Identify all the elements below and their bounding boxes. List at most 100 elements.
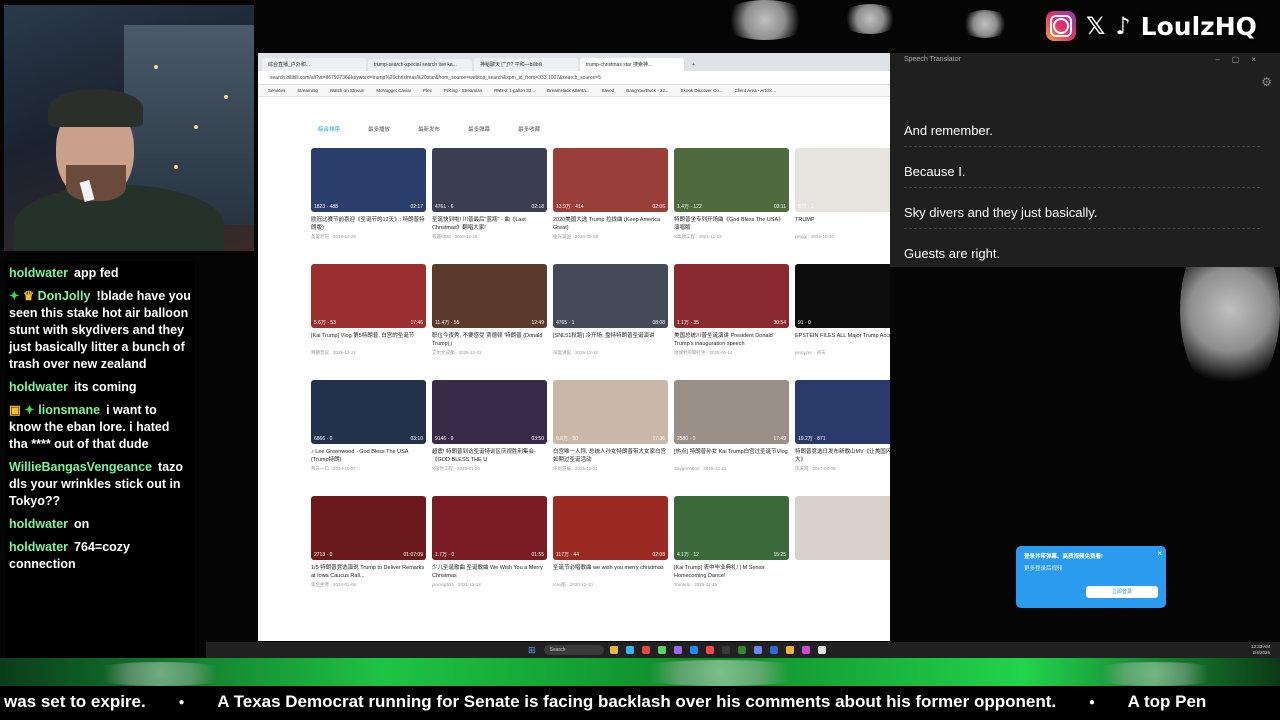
video-title[interactable]: [Kai Trump] 表中毕业典礼! | M Senior Homecomin…	[674, 564, 789, 580]
windows-start-icon[interactable]: ⊞	[528, 645, 536, 656]
bookmark-item[interactable]: Pricing - Streamlan	[444, 88, 482, 93]
app-icon[interactable]	[817, 646, 826, 654]
video-card[interactable]: 4.1万 · 12 15:25 [Kai Trump] 表中毕业典礼! | M Se…	[674, 496, 789, 612]
sort-tab[interactable]: 最多收藏	[518, 125, 540, 133]
app-icon[interactable]	[689, 646, 698, 654]
video-title[interactable]: ♪ Lee Greenwood - God Bless The USA (Tru…	[311, 448, 426, 464]
video-card[interactable]: 4761 · 6 02:18 圣诞快到啦! 川普最后"蓝瓶" · 曲《Last Ch…	[432, 148, 547, 264]
bookmark-item[interactable]: Saved	[602, 88, 615, 93]
chat-username[interactable]: holdwater	[9, 540, 68, 554]
taskbar-search[interactable]: Search	[543, 645, 604, 655]
bookmark-item[interactable]: McNugget Caviar	[376, 88, 411, 93]
bookmark-item[interactable]: DreamHack Atlanta...	[547, 88, 590, 93]
chat-username[interactable]: holdwater	[9, 266, 68, 280]
video-title[interactable]: 白宫唯一人称, 总统人孙女特朗普带大女家白宫如期过圣诞活动	[553, 448, 668, 464]
video-card[interactable]: 117万 · 44 02:08 圣诞节必唱歌曲 we wish you merry …	[553, 496, 668, 612]
video-title[interactable]: TRUMP	[795, 216, 890, 232]
video-thumbnail[interactable]: 11.4万 · 55 12:49	[432, 264, 547, 328]
video-card[interactable]: 1.7万 · 0 01:55 少儿圣诞歌曲 圣诞歌曲 We Wish You a M…	[432, 496, 547, 612]
video-title[interactable]: 1/5 特朗普竞选演说 Trump to Deliver Remarks at …	[311, 564, 426, 580]
video-title[interactable]: 超震! 特朗普到访圣诞特训区庆视胜利集会-《GOD BLESS THE U	[432, 448, 547, 464]
sort-tab[interactable]: 最多播放	[368, 125, 390, 133]
video-title[interactable]: 少儿圣诞歌曲 圣诞歌曲 We Wish You a Merry Christma…	[432, 564, 547, 580]
video-thumbnail[interactable]: 2713 · 0 01:07:09	[311, 496, 426, 560]
video-thumbnail[interactable]: 4761 · 6 02:18	[432, 148, 547, 212]
brave-icon[interactable]	[641, 646, 650, 654]
video-card[interactable]: 91 · 017:39 EPSTEIN FILES ALL Major Trump…	[795, 264, 890, 380]
browser-tab[interactable]: 神秘聊天 [""]?? 平和—bilibili	[474, 58, 578, 71]
video-title[interactable]: EPSTEIN FILES ALL Major Trump Accusation…	[795, 332, 890, 348]
taskbar-clock[interactable]: 12:33 AM 2/4/2026	[1251, 644, 1270, 656]
video-title[interactable]: 特朗普竞选日发布新歌山MV《让美国闪亮伟大》	[795, 448, 890, 464]
video-card[interactable]: 5.6万 · 53 17:46 [Kai Trump] Vlog 第5特朗普, 白宫…	[311, 264, 426, 380]
obs-icon[interactable]	[721, 646, 730, 654]
chat-username[interactable]: holdwater	[9, 517, 68, 531]
steam-icon[interactable]	[769, 646, 778, 654]
video-title[interactable]: [Kai Trump] Vlog 第5特朗普, 白宫的圣诞节	[311, 332, 426, 348]
video-thumbnail[interactable]: 9.8万 · 50 17:36	[553, 380, 668, 444]
browser-tab[interactable]: trump-search-special search live ka...	[368, 59, 472, 71]
sort-tab[interactable]: 最多弹幕	[468, 125, 490, 133]
chat-username[interactable]: WillieBangasVengeance	[9, 460, 152, 474]
video-title[interactable]: 圣诞快到啦! 川普最后"蓝瓶" · 曲《Last Christmas》翻唱大家!	[432, 216, 547, 232]
video-thumbnail[interactable]: 19.2万 · 87101:43	[795, 380, 890, 444]
video-card[interactable]: 11.4万 · 55 12:49 职位今夜秀, 不要感受 贾德顿 '特朗普 (Don…	[432, 264, 547, 380]
browser-tab-active[interactable]: trump-christmas star 搜索神...	[580, 58, 684, 71]
video-thumbnail[interactable]: 1.7万 · 0 01:55	[432, 496, 547, 560]
video-card[interactable]: 877 · 1 TRUMP pinggi · 2016-10-20	[795, 148, 890, 264]
video-card[interactable]: 9146 · 9 03:50 超震! 特朗普到访圣诞特训区庆视胜利集会-《GOD B…	[432, 380, 547, 496]
chat-username[interactable]: DonJolly	[38, 289, 91, 303]
video-card[interactable]	[795, 496, 890, 612]
video-thumbnail[interactable]: 4765 · 1 08:08	[553, 264, 668, 328]
video-title[interactable]: [热点] 特朗普孙女 Kai Trump白宫过圣诞节Vlog	[674, 448, 789, 464]
video-title[interactable]: 美国总统川普圣诞演讲 President Donald Trump's inau…	[674, 332, 789, 348]
video-title[interactable]: 圣诞节必唱歌曲 we wish you merry christmas	[553, 564, 668, 580]
bookmark-item[interactable]: Client Area - ArtiSc...	[735, 88, 777, 93]
video-thumbnail[interactable]: 9146 · 9 03:50	[432, 380, 547, 444]
video-thumbnail[interactable]: 1823 · 488 02:17	[311, 148, 426, 212]
video-title[interactable]: 职位今夜秀, 不要感受 贾德顿 '特朗普 (Donald Trump)」	[432, 332, 547, 348]
video-thumbnail[interactable]: 13.9万 · 414 02:06	[553, 148, 668, 212]
sort-tab[interactable]: 综合排序	[318, 125, 340, 133]
app-icon[interactable]	[673, 646, 682, 654]
video-thumbnail[interactable]: 1.1万 · 35 30:54	[674, 264, 789, 328]
bookmark-item[interactable]: BangYourBuck - 32...	[626, 88, 668, 93]
video-thumbnail[interactable]	[795, 496, 890, 560]
new-tab-button[interactable]: +	[686, 59, 700, 71]
app-icon[interactable]	[657, 646, 666, 654]
app-icon[interactable]	[705, 646, 714, 654]
video-thumbnail[interactable]: 6866 · 0 03:10	[311, 380, 426, 444]
close-icon[interactable]: ×	[1157, 549, 1162, 558]
video-thumbnail[interactable]: 117万 · 44 02:08	[553, 496, 668, 560]
video-title[interactable]: 特朗普坐专列开场曲《God Bless The USA》演唱版	[674, 216, 789, 232]
bookmark-item[interactable]: Streaming	[297, 88, 318, 93]
video-card[interactable]: 13.9万 · 414 02:06 2020美国大选 Trump 拉拢曲 (Keep…	[553, 148, 668, 264]
video-title[interactable]: 欧冠比赛节前喜迎《圣诞节的12天》: 特朗普特朗版)	[311, 216, 426, 232]
bookmark-item[interactable]: Services	[268, 88, 285, 93]
video-thumbnail[interactable]: 877 · 1	[795, 148, 890, 212]
video-card[interactable]: 19.2万 · 87101:43 特朗普竞选日发布新歌山MV《让美国闪亮伟大》风采…	[795, 380, 890, 496]
chat-username[interactable]: lionsmane	[38, 403, 100, 417]
bookmark-item[interactable]: RM3-2 1-gallon 32...	[494, 88, 535, 93]
browser-tab[interactable]: 綜合直播_户外和...	[262, 58, 366, 71]
video-card[interactable]: 1.1万 · 35 30:54 美国总统川普圣诞演讲 President Donal…	[674, 264, 789, 380]
video-thumbnail[interactable]: 91 · 017:39	[795, 264, 890, 328]
video-title[interactable]: [SNL51秋跑] 冷开场: 盘特特朗普圣诞演讲	[553, 332, 668, 348]
app-icon[interactable]	[753, 646, 762, 654]
video-card[interactable]: 4765 · 1 08:08 [SNL51秋跑] 冷开场: 盘特特朗普圣诞演讲 深度讲…	[553, 264, 668, 380]
sort-tab[interactable]: 最新发布	[418, 125, 440, 133]
edge-icon[interactable]	[625, 646, 634, 654]
video-thumbnail[interactable]: 2580 · 0 17:49	[674, 380, 789, 444]
video-title[interactable]: 2020美国大选 Trump 拉拢曲 (Keep America Great)	[553, 216, 668, 232]
video-card[interactable]: 1.4万 · 122 03:11 特朗普坐专列开场曲《God Bless The U…	[674, 148, 789, 264]
gear-icon[interactable]: ⚙	[1261, 75, 1272, 89]
app-icon[interactable]	[785, 646, 794, 654]
video-card[interactable]: 6866 · 0 03:10 ♪ Lee Greenwood - God Bless…	[311, 380, 426, 496]
video-thumbnail[interactable]: 1.4万 · 122 03:11	[674, 148, 789, 212]
bookmark-item[interactable]: Plex	[423, 88, 432, 93]
video-title[interactable]	[795, 564, 890, 580]
window-controls[interactable]: –▢×	[1215, 55, 1268, 64]
video-card[interactable]: 9.8万 · 50 17:36 白宫唯一人称, 总统人孙女特朗普带大女家白宫如期过圣…	[553, 380, 668, 496]
app-icon[interactable]	[801, 646, 810, 654]
bookmark-item[interactable]: Skook Discover Co...	[681, 88, 723, 93]
